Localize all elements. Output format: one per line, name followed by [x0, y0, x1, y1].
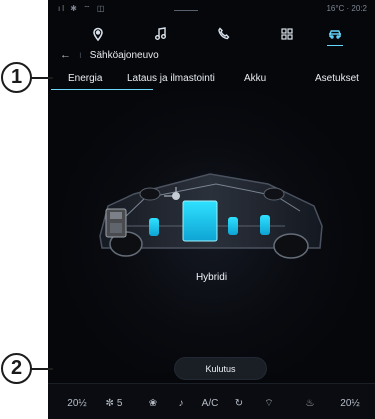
callout-2-line — [31, 368, 53, 370]
drive-mode-label: Hybridi — [195, 272, 228, 283]
hybrid-car-diagram — [99, 173, 323, 259]
callout-1: 1 — [1, 62, 32, 93]
climate-bar: 20½ ✼ 5 ❀ ♪ A/C ↻ ⌔ ♨ 20½ — [48, 383, 375, 419]
callout-2: 2 — [1, 353, 32, 384]
tab-akku[interactable]: Akku — [244, 69, 266, 89]
tab-asetukset[interactable]: Asetukset — [315, 69, 359, 89]
temperature-time: 16°C · 20:2 — [326, 4, 367, 13]
consumption-button[interactable]: Kulutus — [174, 357, 267, 380]
ac-button[interactable]: A/C — [199, 394, 221, 412]
tab-bar: Energia Lataus ja ilmastointi Akku Asetu… — [48, 69, 375, 91]
seat-heat-icon[interactable]: ❀ — [144, 394, 162, 412]
apps-grid-icon[interactable] — [273, 22, 301, 46]
tab-lataus-ja-ilmastointi[interactable]: Lataus ja ilmastointi — [127, 69, 215, 89]
callout-1-line — [31, 77, 53, 79]
status-icons: ıl ✱ ⌔ ◫ — [58, 4, 107, 13]
breadcrumb-separator: ı — [79, 49, 82, 61]
right-seat-icon[interactable]: ♨ — [300, 394, 320, 412]
air-circulation-icon[interactable]: ↻ — [230, 394, 248, 412]
display-screen: ıl ✱ ⌔ ◫ 16°C · 20:2 ← ı Sähköajoneuvo E… — [48, 0, 375, 419]
top-navigation — [48, 22, 375, 46]
right-temperature[interactable]: 20½ — [336, 394, 364, 412]
left-temperature[interactable]: 20½ — [63, 394, 91, 412]
phone-icon[interactable] — [210, 22, 238, 46]
page-title: Sähköajoneuvo — [89, 49, 159, 61]
breadcrumb: ← ı Sähköajoneuvo — [60, 48, 159, 62]
status-handle — [174, 10, 198, 11]
location-pin-icon[interactable] — [84, 22, 112, 46]
fan-speed-control[interactable]: ✼ 5 — [100, 394, 128, 412]
status-bar: ıl ✱ ⌔ ◫ 16°C · 20:2 — [48, 0, 375, 18]
seat-icon[interactable]: ♪ — [172, 394, 190, 412]
active-tab-indicator — [51, 89, 153, 90]
car-icon[interactable] — [321, 22, 349, 46]
fan-speed: 5 — [116, 397, 123, 409]
rear-defrost-icon[interactable]: ⌔ — [260, 394, 278, 412]
active-nav-indicator — [327, 45, 343, 46]
music-note-icon[interactable] — [147, 22, 175, 46]
back-arrow-icon[interactable]: ← — [60, 49, 71, 61]
tab-energia[interactable]: Energia — [68, 69, 102, 89]
fan-icon: ✼ — [105, 397, 114, 409]
